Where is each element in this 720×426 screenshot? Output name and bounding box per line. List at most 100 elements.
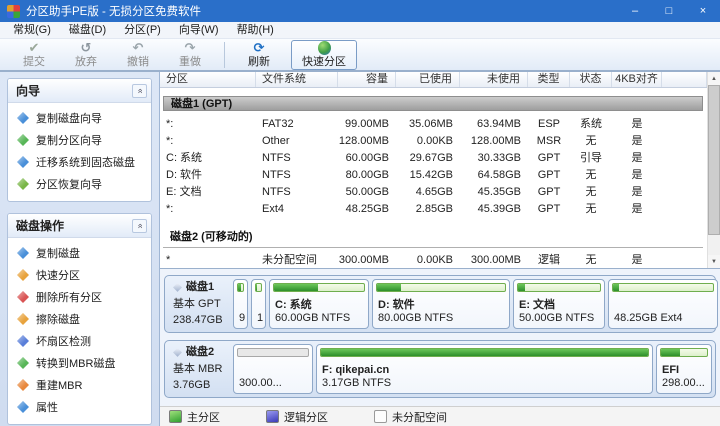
column-header-1[interactable]: 分区 — [160, 72, 256, 87]
sidebar-item-label: 快速分区 — [36, 267, 80, 283]
menu-item-wizard[interactable]: 向导(W) — [170, 22, 228, 38]
usage-fill — [661, 349, 680, 356]
quick-partition-icon — [17, 269, 29, 281]
column-header-6[interactable]: 类型 — [528, 72, 570, 87]
cell: 是 — [612, 116, 662, 133]
partition-detail-label: 50.00GB NTFS — [519, 312, 602, 325]
partition-block-msr[interactable]: 1 — [251, 279, 266, 329]
partition-detail-label: 80.00GB NTFS — [378, 312, 507, 325]
cell: 63.94MB — [460, 116, 528, 133]
sidebar-item-copy-disk[interactable]: 复制磁盘 — [8, 242, 151, 264]
column-header-4[interactable]: 已使用 — [396, 72, 460, 87]
menu-item-help[interactable]: 帮助(H) — [228, 22, 283, 38]
table-scrollbar[interactable]: ▲ ▼ — [707, 72, 720, 268]
sidebar-item-bad-sector-check[interactable]: 坏扇区检测 — [8, 330, 151, 352]
column-header-2[interactable]: 文件系统 — [256, 72, 338, 87]
disk-info-disk1[interactable]: 磁盘1基本 GPT238.47GB — [168, 279, 230, 329]
sidebar-item-migrate-os-to-ssd[interactable]: 迁移系统到固态磁盘 — [8, 151, 151, 173]
menu-item-partition[interactable]: 分区(P) — [115, 22, 170, 38]
table-row[interactable]: *:Ext448.25GB2.85GB45.39GBGPT无是 — [160, 201, 707, 218]
partition-block-unallocated-300[interactable]: 300.00... — [233, 344, 313, 394]
sidebar-item-label: 重建MBR — [36, 377, 82, 393]
sidebar-item-label: 复制磁盘向导 — [36, 110, 102, 126]
disk-info-disk2[interactable]: 磁盘2基本 MBR3.76GB — [168, 344, 230, 394]
partition-name-label: C: 系统 — [275, 299, 366, 312]
menu-item-disk[interactable]: 磁盘(D) — [60, 22, 115, 38]
scrollbar-thumb[interactable] — [708, 85, 720, 235]
table-row[interactable]: *:Other128.00MB0.00KB128.00MBMSR无是 — [160, 133, 707, 150]
usage-bar — [660, 348, 708, 357]
undo-icon — [133, 41, 144, 55]
table-row[interactable]: *:FAT3299.00MB35.06MB63.94MBESP系统是 — [160, 116, 707, 133]
partition-name-cell: D: 软件 — [160, 167, 256, 184]
column-header-5[interactable]: 未使用 — [460, 72, 528, 87]
cell: 80.00GB — [338, 167, 396, 184]
app-icon — [7, 5, 20, 18]
refresh-button[interactable]: 刷新 — [233, 40, 285, 70]
usage-fill — [321, 349, 648, 356]
partition-detail-label: 48.25GB Ext4 — [614, 312, 715, 325]
sidebar-item-convert-to-mbr[interactable]: 转换到MBR磁盘 — [8, 352, 151, 374]
cell: 系统 — [570, 116, 612, 133]
sidebar-item-rebuild-mbr[interactable]: 重建MBR — [8, 374, 151, 396]
cell: 无 — [570, 133, 612, 150]
scroll-down-icon[interactable]: ▼ — [708, 255, 720, 268]
cell-filler — [662, 133, 707, 150]
partition-block-d-software[interactable]: D: 软件80.00GB NTFS — [372, 279, 510, 329]
disk-group-header-disk1[interactable]: 磁盘1 (GPT) — [163, 96, 703, 111]
partition-block-esp[interactable]: 9 — [233, 279, 248, 329]
commit-button[interactable]: 提交 — [8, 40, 60, 70]
menu-item-general[interactable]: 常规(G) — [4, 22, 60, 38]
cell-filler — [662, 201, 707, 218]
sidebar-item-partition-recovery-wizard[interactable]: 分区恢复向导 — [8, 173, 151, 195]
table-row[interactable]: C: 系统NTFS60.00GB29.67GB30.33GBGPT引导是 — [160, 150, 707, 167]
sidebar-item-label: 属性 — [36, 399, 58, 415]
cell: 45.35GB — [460, 184, 528, 201]
undo-button[interactable]: 撤销 — [112, 40, 164, 70]
toolbar-button-label: 快速分区 — [302, 57, 346, 68]
partition-block-e-documents[interactable]: E: 文档50.00GB NTFS — [513, 279, 605, 329]
sidebar-item-properties[interactable]: 属性 — [8, 396, 151, 418]
column-header-7[interactable]: 状态 — [570, 72, 612, 87]
sidebar-item-delete-all-partitions[interactable]: 删除所有分区 — [8, 286, 151, 308]
partition-block-f-qikepai[interactable]: F: qikepai.cn3.17GB NTFS — [316, 344, 653, 394]
close-button[interactable]: × — [686, 0, 720, 22]
table-row[interactable]: *未分配空间300.00MB0.00KB300.00MB逻辑无是 — [160, 252, 707, 269]
sidebar-item-label: 迁移系统到固态磁盘 — [36, 154, 135, 170]
redo-button[interactable]: 重做 — [164, 40, 216, 70]
minimize-button[interactable]: – — [618, 0, 652, 22]
column-header-3[interactable]: 容量 — [338, 72, 396, 87]
toolbar-button-label: 放弃 — [75, 57, 97, 68]
partition-detail-label: 60.00GB NTFS — [275, 312, 366, 325]
table-row[interactable]: E: 文档NTFS50.00GB4.65GB45.35GBGPT无是 — [160, 184, 707, 201]
cell: GPT — [528, 184, 570, 201]
table-row[interactable]: D: 软件NTFS80.00GB15.42GB64.58GBGPT无是 — [160, 167, 707, 184]
scroll-up-icon[interactable]: ▲ — [708, 72, 720, 85]
legend-item-unallocated: 未分配空间 — [374, 409, 447, 425]
partition-block-ext4[interactable]: 48.25GB Ext4 — [608, 279, 718, 329]
cell: 300.00MB — [338, 252, 396, 269]
sidebar-item-copy-partition-wizard[interactable]: 复制分区向导 — [8, 129, 151, 151]
chevron-up-icon[interactable]: » — [132, 84, 147, 98]
app-window: 分区助手PE版 - 无损分区免费软件 –□× 常规(G)磁盘(D)分区(P)向导… — [0, 0, 720, 426]
partition-detail-label: 298.00... — [662, 377, 709, 390]
sidebar-item-quick-partition[interactable]: 快速分区 — [8, 264, 151, 286]
cell: GPT — [528, 150, 570, 167]
disk-group-header-disk2[interactable]: 磁盘2 (可移动的) — [163, 228, 703, 248]
discard-button[interactable]: 放弃 — [60, 40, 112, 70]
partition-label-area: E: 文档50.00GB NTFS — [514, 292, 604, 328]
sidebar-item-copy-disk-wizard[interactable]: 复制磁盘向导 — [8, 107, 151, 129]
sidebar-item-wipe-disk[interactable]: 擦除磁盘 — [8, 308, 151, 330]
partition-block-efi[interactable]: EFI298.00... — [656, 344, 712, 394]
chevron-up-icon[interactable]: » — [132, 219, 147, 233]
toolbar-button-label: 撤销 — [127, 57, 149, 68]
maximize-button[interactable]: □ — [652, 0, 686, 22]
quick-partition-button[interactable]: 快速分区 — [291, 40, 357, 70]
legend-label: 逻辑分区 — [284, 409, 328, 425]
column-header-8[interactable]: 4KB对齐 — [612, 72, 662, 87]
cell: 是 — [612, 252, 662, 269]
disk-name-label: 磁盘2 — [186, 346, 214, 359]
usage-fill — [613, 284, 619, 291]
partition-block-c-system[interactable]: C: 系统60.00GB NTFS — [269, 279, 369, 329]
usage-bar — [320, 348, 649, 357]
